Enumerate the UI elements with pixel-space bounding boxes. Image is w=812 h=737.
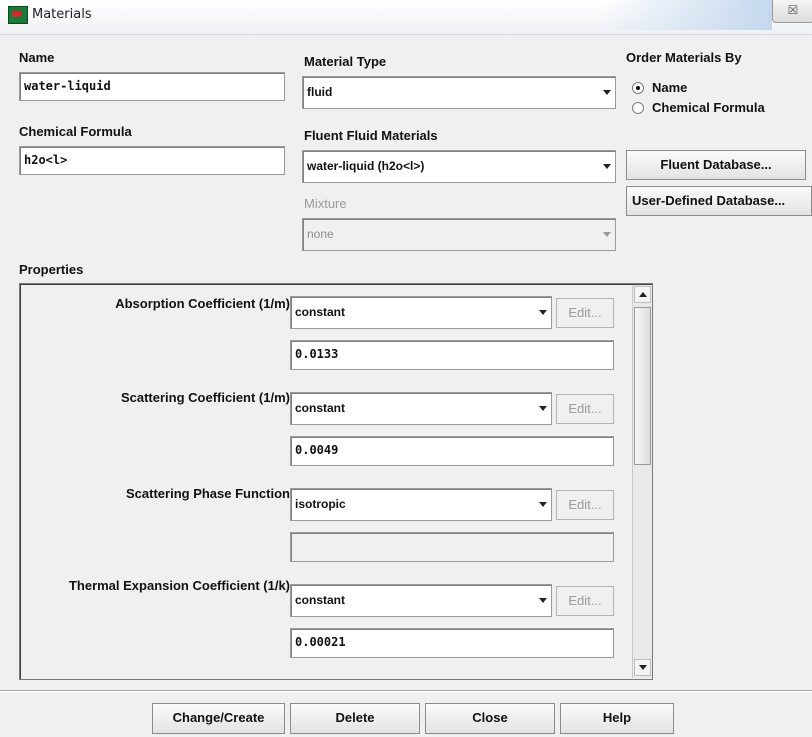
window-title: Materials	[32, 7, 92, 22]
scattering-coefficient-input[interactable]: 0.0049	[290, 436, 614, 466]
close-window-button[interactable]: ☒	[772, 0, 812, 23]
delete-button[interactable]: Delete	[290, 703, 420, 734]
scroll-down-arrow-icon[interactable]	[634, 659, 651, 676]
name-label: Name	[19, 50, 55, 65]
close-icon: ☒	[787, 3, 799, 17]
order-by-formula-label: Chemical Formula	[652, 100, 765, 115]
scattering-phase-function-select[interactable]: isotropic	[290, 488, 552, 521]
mixture-label: Mixture	[304, 196, 347, 211]
material-type-value: fluid	[307, 85, 333, 99]
chemical-formula-label: Chemical Formula	[19, 124, 132, 139]
user-defined-database-button[interactable]: User-Defined Database...	[626, 186, 812, 216]
material-type-label: Material Type	[304, 54, 387, 69]
scattering-phase-function-label: Scattering Phase Function	[126, 486, 290, 501]
scrollbar-thumb[interactable]	[634, 307, 651, 465]
phase-function-input	[290, 532, 614, 562]
order-by-name-label: Name	[652, 80, 688, 95]
chevron-down-icon	[603, 163, 611, 169]
properties-scrollbar[interactable]	[632, 285, 652, 678]
change-create-button[interactable]: Change/Create	[152, 703, 285, 734]
chemical-formula-input[interactable]: h2o<l>	[19, 146, 285, 175]
mixture-value: none	[307, 227, 334, 241]
absorption-coefficient-label: Absorption Coefficient (1/m)	[115, 296, 290, 311]
scattering-method-value: constant	[295, 401, 346, 415]
chevron-down-icon	[539, 405, 547, 411]
order-materials-by-label: Order Materials By	[626, 50, 742, 65]
order-by-group: Name Chemical Formula	[626, 72, 786, 136]
scattering-edit-button: Edit...	[556, 394, 614, 424]
thermal-expansion-method-select[interactable]: constant	[290, 584, 552, 617]
fluent-app-icon	[8, 6, 28, 24]
fluent-fluid-materials-label: Fluent Fluid Materials	[304, 128, 438, 143]
phase-function-value: isotropic	[295, 497, 346, 511]
close-button[interactable]: Close	[425, 703, 555, 734]
absorption-edit-button: Edit...	[556, 298, 614, 328]
absorption-method-value: constant	[295, 305, 346, 319]
absorption-coefficient-input[interactable]: 0.0133	[290, 340, 614, 370]
thermal-expansion-coefficient-label: Thermal Expansion Coefficient (1/k)	[68, 578, 290, 593]
chevron-down-icon	[603, 231, 611, 237]
scroll-up-arrow-icon[interactable]	[634, 286, 651, 303]
name-input[interactable]: water-liquid	[19, 72, 285, 101]
phase-function-edit-button: Edit...	[556, 490, 614, 520]
thermal-expansion-edit-button: Edit...	[556, 586, 614, 616]
help-button[interactable]: Help	[560, 703, 674, 734]
order-by-name-radio[interactable]	[632, 82, 644, 94]
thermal-expansion-input[interactable]: 0.00021	[290, 628, 614, 658]
chevron-down-icon	[539, 501, 547, 507]
scattering-coefficient-label: Scattering Coefficient (1/m)	[120, 390, 290, 405]
fluent-fluid-materials-select[interactable]: water-liquid (h2o<l>)	[302, 150, 616, 183]
titlebar-highlight	[602, 0, 772, 30]
scattering-coefficient-method-select[interactable]: constant	[290, 392, 552, 425]
fluent-fluid-materials-value: water-liquid (h2o<l>)	[307, 159, 425, 173]
fluent-database-button[interactable]: Fluent Database...	[626, 150, 806, 180]
chevron-down-icon	[539, 597, 547, 603]
material-type-select[interactable]: fluid	[302, 76, 616, 109]
properties-panel[interactable]: Absorption Coefficient (1/m) constant Ed…	[19, 283, 653, 680]
mixture-select: none	[302, 218, 616, 251]
thermal-expansion-method-value: constant	[295, 593, 346, 607]
properties-label: Properties	[19, 262, 84, 277]
absorption-coefficient-method-select[interactable]: constant	[290, 296, 552, 329]
order-by-formula-radio[interactable]	[632, 102, 644, 114]
chevron-down-icon	[603, 89, 611, 95]
chevron-down-icon	[539, 309, 547, 315]
bottom-separator	[0, 690, 812, 692]
